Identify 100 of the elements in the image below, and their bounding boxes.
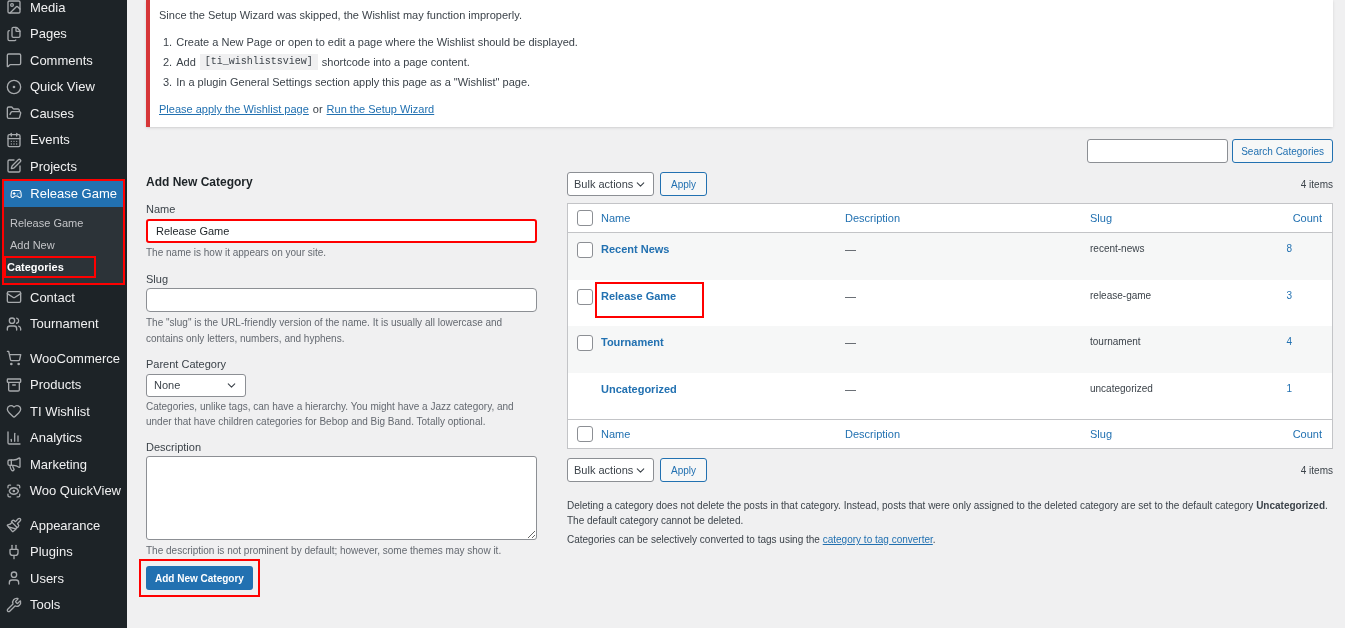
- column-header[interactable]: Name: [601, 209, 845, 227]
- box-icon: [6, 376, 22, 393]
- sidebar-item[interactable]: Quick View: [0, 73, 127, 100]
- step-text: Create a New Page or open to edit a page where the Wishlist should be displayed.: [176, 35, 578, 50]
- converter-link[interactable]: category to tag converter: [822, 534, 933, 545]
- eye-icon: [6, 482, 22, 499]
- field-hint: The "slug" is the URL-friendly version of the name. It is usually all lowercase and contains only letters, numbers, and hyphens.: [146, 316, 504, 346]
- bulk-actions-select[interactable]: Bulk actions: [567, 458, 654, 482]
- setup-wizard-link[interactable]: Run the Setup Wizard: [326, 101, 435, 117]
- sidebar-item[interactable]: Comments: [0, 47, 127, 74]
- folder-icon: [6, 105, 22, 122]
- delete-note: Deleting a category does not delete the posts in that category. Instead, posts that were only assigned to the deleted category are set to the default category Uncategorized. The default category cannot be deleted.: [567, 499, 1329, 528]
- add-new-category-button[interactable]: Add New Category: [146, 566, 253, 590]
- field-hint: Categories, unlike tags, can have a hierarchy. You might have a Jazz category, and under that have children categories for Bebop and Big Band. Totally optional.: [146, 399, 515, 429]
- sidebar-item[interactable]: Contact: [0, 284, 127, 311]
- category-name-link[interactable]: Release Game: [601, 289, 677, 302]
- calendar-icon: [6, 131, 22, 148]
- column-header[interactable]: Description: [845, 209, 1090, 227]
- checkbox[interactable]: [577, 335, 593, 351]
- sidebar-item[interactable]: Media: [0, 0, 127, 21]
- table-cell-text: —: [845, 288, 857, 304]
- column-header[interactable]: Slug: [1090, 425, 1270, 443]
- count-link[interactable]: 1: [1270, 380, 1332, 419]
- field-hint: The name is how it appears on your site.: [146, 245, 328, 260]
- slug-input[interactable]: [146, 288, 537, 312]
- apply-button[interactable]: Apply: [660, 458, 707, 482]
- field-label: Slug: [146, 271, 170, 287]
- sidebar-item[interactable]: Tournament: [0, 310, 127, 337]
- step-text: shortcode into a page content.: [321, 55, 470, 70]
- column-header[interactable]: Slug: [1090, 209, 1270, 227]
- or-text: or: [312, 102, 323, 117]
- plug-icon: [6, 543, 22, 560]
- items-count: 4 items: [1300, 177, 1333, 192]
- pages-icon: [6, 25, 22, 42]
- user-icon: [6, 570, 22, 587]
- table-cell-text: uncategorized: [1090, 381, 1154, 396]
- category-name-link[interactable]: Tournament: [601, 336, 664, 348]
- field-label: Parent Category: [146, 357, 228, 372]
- wrench-icon: [6, 596, 22, 613]
- table-cell-text: recent-news: [1090, 242, 1146, 256]
- checkbox[interactable]: [577, 210, 593, 226]
- checkbox[interactable]: [577, 288, 593, 305]
- table-cell-text: release-game: [1090, 288, 1153, 303]
- field-label: Description: [146, 439, 203, 455]
- table-cell-text: tournament: [1090, 335, 1142, 349]
- count-link[interactable]: 8: [1270, 241, 1332, 280]
- sidebar-item[interactable]: Causes: [0, 100, 127, 127]
- circle-icon: [6, 78, 22, 95]
- heart-icon: [6, 403, 22, 420]
- sidebar-item[interactable]: Products: [0, 371, 127, 398]
- submenu-item[interactable]: Categories: [4, 256, 96, 278]
- envelope-icon: [6, 289, 22, 306]
- column-header[interactable]: Description: [845, 425, 1090, 443]
- sidebar-item[interactable]: Appearance: [0, 504, 127, 539]
- sidebar-item[interactable]: Pages: [0, 20, 127, 47]
- sidebar-item[interactable]: Woo QuickView: [0, 477, 127, 504]
- sidebar-item[interactable]: Plugins: [0, 538, 127, 565]
- notice-text: Since the Setup Wizard was skipped, the Wishlist may function improperly.: [159, 8, 523, 23]
- items-count: 4 items: [1300, 463, 1333, 478]
- description-textarea[interactable]: [146, 456, 537, 540]
- parent-category-select[interactable]: None: [146, 373, 246, 397]
- submenu-item[interactable]: Add New: [4, 234, 55, 256]
- sidebar-item[interactable]: WooCommerce: [0, 337, 127, 372]
- sidebar-item[interactable]: Users: [0, 565, 127, 592]
- category-name-link[interactable]: Uncategorized: [601, 382, 677, 395]
- count-link[interactable]: 4: [1270, 334, 1332, 373]
- count-link[interactable]: 3: [1270, 287, 1332, 326]
- table-cell-text: —: [845, 242, 857, 257]
- step-number: 2.: [163, 55, 173, 70]
- sidebar-item[interactable]: Events: [0, 126, 127, 153]
- apply-button[interactable]: Apply: [660, 172, 707, 196]
- sidebar-item[interactable]: Projects: [0, 153, 127, 180]
- table-cell-text: —: [845, 381, 857, 397]
- name-input[interactable]: Release Game: [146, 218, 537, 243]
- pencil-square-icon: [6, 158, 22, 175]
- search-categories-button[interactable]: Search Categories: [1232, 139, 1333, 163]
- checkbox[interactable]: [577, 426, 593, 442]
- column-header[interactable]: Count: [1270, 425, 1332, 443]
- sidebar-item[interactable]: Tools: [0, 591, 127, 618]
- image-icon: [6, 0, 22, 16]
- megaphone-icon: [6, 456, 22, 473]
- sidebar-item[interactable]: Marketing: [0, 451, 127, 478]
- sidebar-item[interactable]: Analytics: [0, 424, 127, 451]
- cart-icon: [6, 350, 22, 367]
- column-header[interactable]: Name: [601, 425, 845, 443]
- step-text: Add: [176, 55, 196, 70]
- field-hint: The description is not prominent by default; however, some themes may show it.: [146, 544, 503, 558]
- field-label: Name: [146, 202, 177, 217]
- table-cell-text: —: [845, 335, 857, 350]
- category-name-link[interactable]: Recent News: [601, 243, 670, 255]
- column-header[interactable]: Count: [1270, 209, 1332, 227]
- bulk-actions-select[interactable]: Bulk actions: [567, 172, 654, 196]
- submenu-item[interactable]: Release Game: [4, 212, 84, 234]
- apply-wishlist-link[interactable]: Please apply the Wishlist page: [159, 101, 309, 117]
- sidebar-item[interactable]: Release Game: [4, 180, 123, 207]
- step-text: In a plugin General Settings section apply this page as a "Wishlist" page.: [176, 75, 531, 90]
- search-input[interactable]: [1087, 139, 1229, 163]
- step-number: 1.: [163, 35, 173, 50]
- sidebar-item[interactable]: TI Wishlist: [0, 398, 127, 425]
- checkbox[interactable]: [577, 242, 593, 258]
